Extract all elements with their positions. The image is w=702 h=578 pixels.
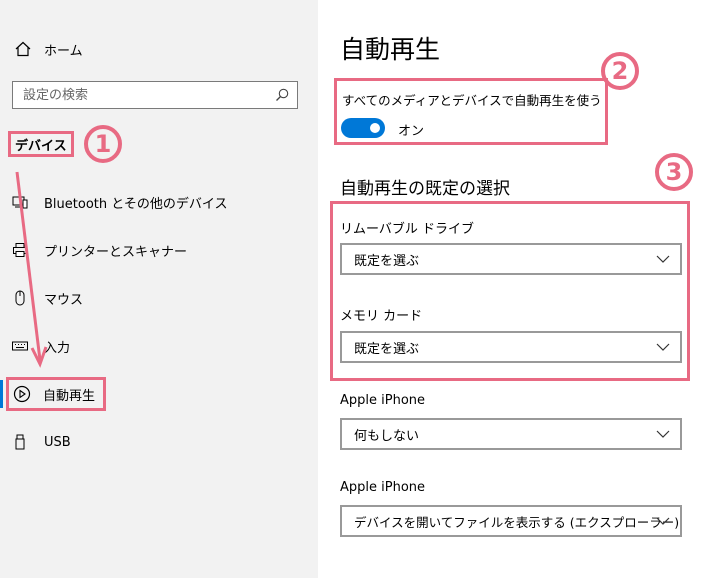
autoplay-setting: すべてのメディアとデバイスで自動再生を使う オン — [334, 78, 608, 145]
iphone-label-2: Apple iPhone — [340, 480, 426, 495]
main-pane: 自動再生 2 すべてのメディアとデバイスで自動再生を使う オン 自動再生の既定の… — [318, 0, 702, 578]
removable-drive-select[interactable]: 既定を選ぶ — [340, 243, 682, 275]
defaults-heading: 自動再生の既定の選択 — [340, 179, 510, 199]
autoplay-toggle-label: すべてのメディアとデバイスで自動再生を使う — [342, 93, 602, 108]
removable-drive-label: リムーバブル ドライブ — [340, 222, 475, 237]
select-value: 既定を選ぶ — [354, 253, 420, 269]
autoplay-toggle[interactable] — [341, 118, 385, 138]
select-value: 既定を選ぶ — [354, 341, 420, 357]
annotation-step-3: 3 — [655, 153, 693, 191]
memory-card-select[interactable]: 既定を選ぶ — [340, 331, 682, 363]
page-title: 自動再生 — [340, 35, 441, 64]
memory-card-label: メモリ カード — [340, 309, 423, 324]
select-value: 何もしない — [354, 428, 420, 444]
chevron-down-icon — [656, 343, 670, 351]
select-value: デバイスを開いてファイルを表示する (エクスプローラー) — [354, 514, 680, 530]
sidebar: ホーム デバイス Bluetooth とその他のデバイス — [0, 0, 318, 578]
chevron-down-icon — [656, 255, 670, 263]
iphone-select-2[interactable]: デバイスを開いてファイルを表示する (エクスプローラー) — [340, 505, 682, 537]
chevron-down-icon — [656, 430, 670, 438]
chevron-down-icon — [656, 517, 670, 525]
iphone-select-1[interactable]: 何もしない — [340, 418, 682, 450]
annotation-arrow — [15, 171, 48, 368]
autoplay-toggle-state: オン — [398, 124, 425, 139]
annotation-step-1: 1 — [84, 125, 122, 163]
iphone-label-1: Apple iPhone — [340, 393, 426, 408]
